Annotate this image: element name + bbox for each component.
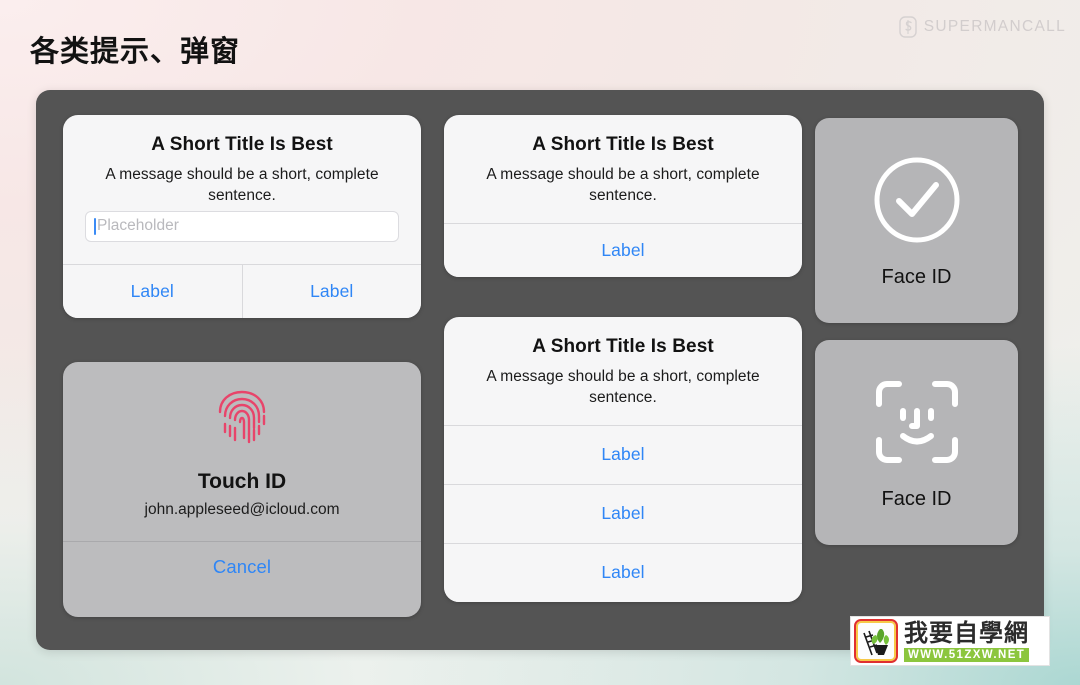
faceid-scan-panel: Face ID [815,340,1018,545]
alert-one-button: A Short Title Is Best A message should b… [444,115,802,277]
faceid-label: Face ID [881,266,952,288]
watermark: 我要自學網 WWW.51ZXW.NET [850,616,1050,666]
plant-ladder-icon [863,629,889,656]
textfield-wrapper: Placeholder [85,207,399,248]
alert-with-textfield: A Short Title Is Best A message should b… [63,115,421,318]
watermark-url: WWW.51ZXW.NET [904,647,1030,662]
watermark-logo-icon [854,619,898,663]
watermark-text: 我要自學網 WWW.51ZXW.NET [904,618,1030,662]
alert-body: A Short Title Is Best A message should b… [444,115,802,223]
input-placeholder: Placeholder [97,217,179,234]
text-input-field[interactable]: Placeholder [85,210,399,242]
alert-three-buttons: A Short Title Is Best A message should b… [444,317,802,602]
alert-message: A message should be a short, complete se… [105,165,379,205]
touchid-dialog: Touch ID john.appleseed@icloud.com Cance… [63,362,421,617]
touchid-title: Touch ID [197,470,287,493]
faceid-success-panel: Face ID [815,118,1018,323]
brand-name: SUPERMANCALL [923,18,1066,35]
alert-title: A Short Title Is Best [532,134,714,155]
alert-button-3[interactable]: Label [444,543,802,602]
alert-message: A message should be a short, complete se… [486,165,760,205]
touchid-account: john.appleseed@icloud.com [144,501,340,518]
alert-button-1[interactable]: Label [444,223,802,277]
fingerprint-icon [218,390,266,444]
faceid-scan-icon [875,381,958,463]
alert-title: A Short Title Is Best [151,134,333,155]
alert-button-2[interactable]: Label [444,484,802,543]
showcase-stage: A Short Title Is Best A message should b… [36,90,1044,650]
brand-logo: SUPERMANCALL [899,16,1066,38]
touchid-body: Touch ID john.appleseed@icloud.com [63,362,421,519]
text-caret [94,217,96,235]
alert-button-right[interactable]: Label [242,264,421,318]
watermark-name: 我要自學網 [904,618,1029,647]
checkmark-circle-icon [874,157,959,243]
alert-button-left[interactable]: Label [63,264,242,318]
alert-body: A Short Title Is Best A message should b… [63,115,421,264]
s-logo-icon [899,16,917,38]
alert-button-row: Label Label [63,264,421,318]
alert-message: A message should be a short, complete se… [486,367,760,407]
alert-body: A Short Title Is Best A message should b… [444,317,802,425]
alert-button-1[interactable]: Label [444,425,802,484]
page-title: 各类提示、弹窗 [30,34,241,68]
touchid-cancel-button[interactable]: Cancel [63,542,421,591]
faceid-label: Face ID [881,488,952,510]
alert-title: A Short Title Is Best [532,336,714,357]
